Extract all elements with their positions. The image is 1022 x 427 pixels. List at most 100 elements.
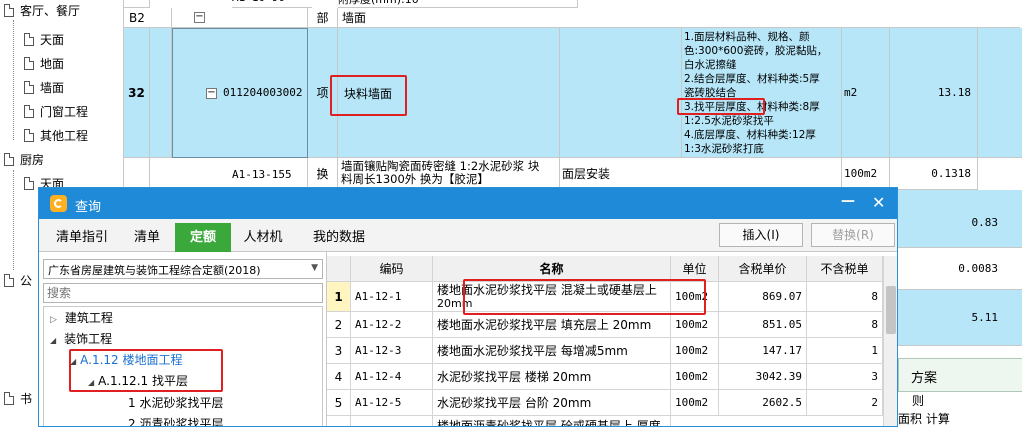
row32-number[interactable]: 32: [124, 28, 150, 158]
expand-icon[interactable]: ▷: [50, 315, 57, 325]
quota-name[interactable]: 楼地面水泥砂浆找平层 每增减5mm: [433, 338, 671, 364]
document-icon: [4, 392, 14, 405]
row-number[interactable]: 5: [327, 390, 351, 416]
quota-price-notax: 8: [807, 312, 883, 338]
vertical-scrollbar[interactable]: [883, 256, 897, 426]
chapter-node-building[interactable]: ▷ 建筑工程: [50, 307, 113, 329]
tree-node-ceiling[interactable]: 天面: [24, 29, 64, 51]
quota-price-tax: 851.05: [719, 312, 807, 338]
bg-tab-plan[interactable]: 方案: [911, 367, 937, 386]
quota-unit: 100m2: [671, 312, 719, 338]
search-input[interactable]: [43, 283, 323, 303]
bg-text-rule: 则: [912, 394, 925, 408]
quota-name[interactable]: 水泥砂浆找平层 台阶 20mm: [433, 390, 671, 416]
quota-code[interactable]: A1-12-5: [351, 390, 433, 416]
quota-code[interactable]: A1-12-3: [351, 338, 433, 364]
col-header-price-tax[interactable]: 含税单价: [719, 256, 807, 282]
col-header-code[interactable]: 编码: [351, 256, 433, 282]
document-icon: [24, 33, 34, 46]
dialog-tab-bar: 清单指引 清单 定额 人材机 我的数据 插入(I) 替换(R): [39, 219, 897, 252]
sub-row-quantity[interactable]: 0.1318: [890, 158, 978, 190]
quota-price-tax: 2602.5: [719, 390, 807, 416]
quota-unit: 100m2: [671, 364, 719, 390]
quota-name[interactable]: 水泥砂浆找平层 楼梯 20mm: [433, 364, 671, 390]
query-dialog: 查询 — ✕ 清单指引 清单 定额 人材机 我的数据 插入(I) 替换(R) 广…: [38, 187, 898, 427]
quota-code[interactable]: A1-12-4: [351, 364, 433, 390]
tab-bill-guide[interactable]: 清单指引: [45, 223, 119, 252]
chapter-node-asphalt-mortar[interactable]: 2 沥青砂浆找平层: [128, 413, 223, 426]
quota-code[interactable]: A1-12-2: [351, 312, 433, 338]
tree-node-kitchen[interactable]: 厨房: [4, 149, 44, 171]
row-number[interactable]: 3: [327, 338, 351, 364]
library-select[interactable]: 广东省房屋建筑与装饰工程综合定额(2018) ▼: [43, 259, 323, 279]
bg-value-2: 0.0083: [898, 248, 1022, 290]
document-icon: [24, 81, 34, 94]
quota-unit: 100m2: [671, 338, 719, 364]
document-icon: [24, 129, 34, 142]
chapter-node-cement-mortar[interactable]: 1 水泥砂浆找平层: [128, 392, 223, 414]
quota-code[interactable]: A1-12-1: [351, 282, 433, 312]
quota-price-tax: 869.07: [719, 282, 807, 312]
tab-quota[interactable]: 定额: [175, 223, 231, 252]
annotation-box-selected-quota: [463, 279, 706, 315]
document-icon: [4, 153, 14, 166]
tab-labor-material-machine[interactable]: 人材机: [231, 223, 295, 252]
scrollbar-thumb[interactable]: [886, 286, 896, 334]
row32-code: 011204003002: [223, 86, 303, 99]
quota-unit: 100m2: [671, 390, 719, 416]
quota-price-notax: 3: [807, 364, 883, 390]
tree-node-doors-windows[interactable]: 门窗工程: [24, 101, 88, 123]
document-icon: [24, 57, 34, 70]
chapter-node-decoration[interactable]: ◢ 装饰工程: [50, 328, 112, 350]
row-number[interactable]: 4: [327, 364, 351, 390]
quota-price-notax: 2: [807, 390, 883, 416]
top-row-code: A1-10-90: [232, 0, 312, 8]
tab-my-data[interactable]: 我的数据: [301, 223, 377, 252]
collapse-icon[interactable]: ◢: [50, 336, 56, 345]
quota-price-notax: 1: [807, 338, 883, 364]
bg-text-area-calc: 面积 计算: [898, 412, 950, 426]
sub-row-unit: 100m2: [842, 158, 890, 190]
document-icon: [4, 274, 14, 287]
row-number[interactable]: 1: [327, 282, 351, 312]
minimize-icon[interactable]: —: [841, 193, 855, 209]
quota-library-panel: 广东省房屋建筑与装饰工程综合定额(2018) ▼ ▷建筑工程 ◢装饰工程 ◢A.…: [39, 252, 327, 426]
document-icon: [4, 4, 14, 17]
quota-price-tax: 147.17: [719, 338, 807, 364]
app-logo-icon: [50, 195, 67, 212]
sub-row-name[interactable]: 墙面镶贴陶瓷面砖密缝 1:2水泥砂浆 块 料周长1300外 换为【胶泥】: [338, 158, 560, 190]
collapse-icon[interactable]: −: [206, 88, 217, 99]
close-icon[interactable]: ✕: [872, 193, 885, 212]
col-header-price-notax[interactable]: 不含税单: [807, 256, 883, 282]
bg-value-3: 5.11: [898, 290, 1022, 346]
quota-name[interactable]: 楼地面沥青砂浆找平层 砼或硬基层上 厚度: [433, 416, 671, 426]
row-number[interactable]: 2: [327, 312, 351, 338]
tree-node-public[interactable]: 公: [4, 270, 32, 292]
row32-description[interactable]: 1.面层材料品种、规格、颜 色:300*600瓷砖，胶泥黏贴， 白水泥擦缝 2.…: [682, 28, 842, 158]
annotation-box-item-name: [330, 75, 407, 116]
b2-type: 部: [308, 8, 338, 28]
replace-button[interactable]: 替换(R): [811, 223, 895, 247]
quota-price-tax: 3042.39: [719, 364, 807, 390]
b2-name: 墙面: [338, 8, 1020, 28]
row32-code-cell[interactable]: − 011204003002: [172, 28, 308, 158]
collapse-icon[interactable]: −: [194, 12, 205, 23]
annotation-box-chapter: [69, 349, 223, 392]
document-icon: [24, 105, 34, 118]
tree-node-floor[interactable]: 地面: [24, 53, 64, 75]
tab-bill[interactable]: 清单: [119, 223, 175, 252]
b2-code: B2: [124, 8, 172, 28]
quota-price-notax: 8: [807, 282, 883, 312]
dropdown-arrow-icon: ▼: [311, 263, 318, 273]
bg-value-1: 0.83: [898, 190, 1022, 248]
tree-node-wall[interactable]: 墙面: [24, 77, 64, 99]
tree-node-other-works[interactable]: 其他工程: [24, 125, 88, 147]
row32-quantity[interactable]: 13.18: [890, 28, 978, 158]
row32-unit: m2: [842, 28, 890, 158]
tree-node-study[interactable]: 书: [4, 388, 32, 410]
dialog-title-bar[interactable]: 查询 — ✕: [39, 188, 897, 219]
sub-row-code: A1-13-155: [232, 168, 292, 181]
tree-node-living-room[interactable]: 客厅、餐厅: [4, 0, 80, 22]
insert-button[interactable]: 插入(I): [719, 223, 803, 247]
quota-name[interactable]: 楼地面水泥砂浆找平层 填充层上 20mm: [433, 312, 671, 338]
